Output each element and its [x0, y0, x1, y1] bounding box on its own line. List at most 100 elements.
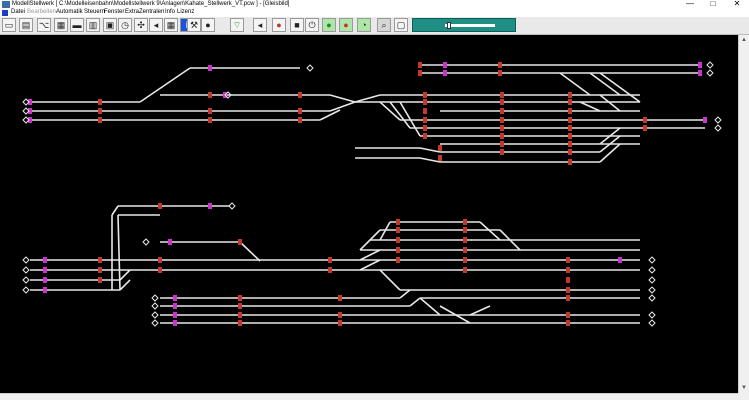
- speed-slider-track[interactable]: [445, 24, 495, 27]
- controller-icon[interactable]: ✣: [134, 18, 148, 32]
- signal-lamp: [438, 145, 442, 151]
- track-segment: [379, 269, 401, 291]
- menu-steuern[interactable]: Steuern: [84, 8, 105, 17]
- signal-lamp: [158, 267, 162, 273]
- speaker-icon[interactable]: ◂: [149, 18, 163, 32]
- signal-lamp: [98, 267, 102, 273]
- disk-icon[interactable]: ▭: [2, 18, 16, 32]
- menu-bearbeiten[interactable]: Bearbeiten: [27, 8, 56, 17]
- track-segment: [409, 297, 421, 307]
- track-segment: [419, 297, 441, 316]
- scroll-up-icon[interactable]: ▲: [739, 35, 749, 45]
- signal-lamp: [238, 303, 242, 309]
- signal-lamp: [500, 125, 504, 131]
- maximize-icon[interactable]: □: [703, 0, 723, 9]
- wireless-icon[interactable]: ⌔: [230, 18, 244, 32]
- track-segment: [559, 72, 591, 96]
- track-diagram-svg[interactable]: [0, 35, 738, 393]
- track-segment: [239, 241, 261, 262]
- zoom-icon[interactable]: ⌕: [377, 18, 391, 32]
- signal-lamp: [338, 312, 342, 318]
- stop-icon[interactable]: ■: [290, 18, 304, 32]
- signal-box-icon[interactable]: ▦: [54, 18, 68, 32]
- go-green-icon[interactable]: ●: [322, 18, 336, 32]
- track-marker: [618, 257, 622, 263]
- close-icon[interactable]: ✕: [727, 0, 747, 9]
- track-segment: [329, 94, 356, 103]
- track-segment: [111, 205, 119, 216]
- signal-lamp: [500, 149, 504, 155]
- signal-lamp: [568, 149, 572, 155]
- track-segment: [119, 269, 131, 281]
- menu-info[interactable]: Info: [165, 8, 175, 17]
- track-segment: [479, 221, 501, 241]
- signal-lamp: [98, 108, 102, 114]
- signal-lamp: [566, 277, 570, 283]
- menu-fenster[interactable]: Fenster: [104, 8, 124, 17]
- save-icon[interactable]: ▤: [19, 18, 33, 32]
- signal-lamp: [463, 237, 467, 243]
- signal-lamp: [238, 295, 242, 301]
- buffer-stop-icon: [706, 69, 714, 77]
- signal-lamp: [643, 125, 647, 131]
- signal-lamp: [418, 62, 422, 68]
- grid-icon[interactable]: ▦: [164, 18, 178, 32]
- stop-red-icon[interactable]: ●: [339, 18, 353, 32]
- buffer-stop-icon: [151, 319, 159, 327]
- clock-icon[interactable]: ◷: [118, 18, 132, 32]
- locomotive-icon[interactable]: ▬: [70, 18, 84, 32]
- buffer-stop-icon: [22, 286, 30, 294]
- signal-lamp: [463, 257, 467, 263]
- signal-lamp: [568, 92, 572, 98]
- layout-icon[interactable]: ▢: [394, 18, 408, 32]
- track-marker: [698, 70, 702, 76]
- signal-lamp: [208, 92, 212, 98]
- signal-lamp: [500, 92, 504, 98]
- track-marker: [168, 239, 172, 245]
- signal-lamp: [423, 92, 427, 98]
- signal-lamp: [298, 117, 302, 123]
- menu-lizenz[interactable]: Lizenz: [177, 8, 194, 17]
- signal-lamp: [566, 320, 570, 326]
- calculator-icon[interactable]: ▥: [86, 18, 100, 32]
- track-marker: [443, 62, 447, 68]
- menu-extra[interactable]: Extra: [125, 8, 139, 17]
- signal-lamp: [566, 257, 570, 263]
- menu-zentralen[interactable]: Zentralen: [139, 8, 164, 17]
- track-segment: [599, 94, 621, 112]
- signal-lamp: [98, 277, 102, 283]
- signal-lamp: [158, 203, 162, 209]
- track-edit-icon[interactable]: ⌥: [37, 18, 51, 32]
- signal-icon[interactable]: ●: [201, 18, 215, 32]
- minimize-icon[interactable]: —: [680, 0, 700, 9]
- signal-lamp: [568, 159, 572, 165]
- signal-lamp: [566, 312, 570, 318]
- power-icon[interactable]: ⏻: [305, 18, 319, 32]
- buffer-stop-icon: [648, 276, 656, 284]
- ghost-icon[interactable]: ◔: [357, 18, 371, 32]
- track-marker: [173, 312, 177, 318]
- signal-lamp: [98, 99, 102, 105]
- sound-on-icon[interactable]: ◂: [253, 18, 267, 32]
- tools-icon[interactable]: ⚒: [187, 18, 201, 32]
- film-icon[interactable]: ▣: [103, 18, 117, 32]
- track-marker: [698, 62, 702, 68]
- scroll-down-icon[interactable]: ▼: [739, 383, 749, 393]
- signal-lamp: [568, 99, 572, 105]
- signal-lamp: [423, 99, 427, 105]
- signal-lamp: [463, 219, 467, 225]
- record-icon[interactable]: ●: [272, 18, 286, 32]
- track-diagram[interactable]: [0, 35, 738, 393]
- signal-lamp: [328, 267, 332, 273]
- vertical-scrollbar[interactable]: ▲ ▼: [738, 35, 749, 393]
- signal-lamp: [238, 312, 242, 318]
- system-menu-icon[interactable]: [2, 10, 8, 16]
- signal-lamp: [238, 320, 242, 326]
- menu-automatik[interactable]: Automatik: [56, 8, 83, 17]
- menu-datei[interactable]: Datei: [11, 8, 25, 17]
- speed-slider-thumb[interactable]: [447, 22, 452, 29]
- buffer-stop-icon: [648, 286, 656, 294]
- horizontal-scrollbar[interactable]: [0, 393, 738, 400]
- signal-lamp: [423, 117, 427, 123]
- signal-lamp: [423, 125, 427, 131]
